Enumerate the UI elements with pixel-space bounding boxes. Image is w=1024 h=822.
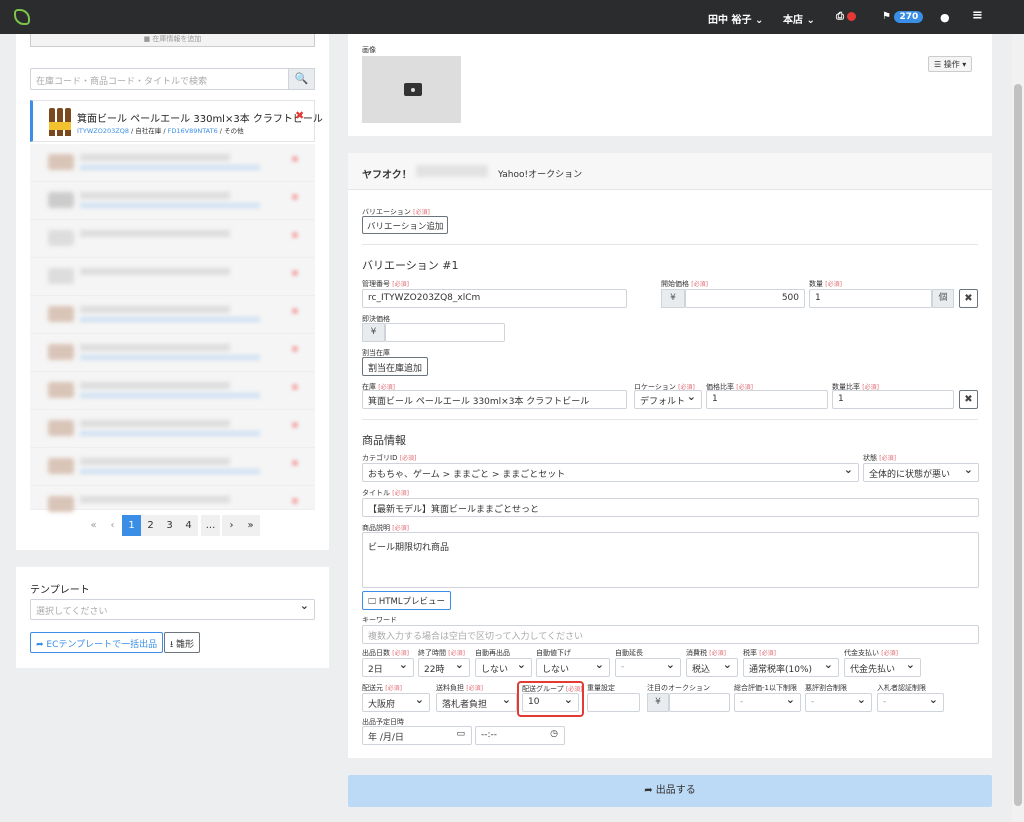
yahoo-name: Yahoo!オークション bbox=[498, 170, 583, 180]
price-ratio-input[interactable]: 1 bbox=[706, 390, 828, 409]
list-item[interactable] bbox=[30, 220, 315, 258]
image-panel: 画像 ☰ 操作 ▾ bbox=[348, 34, 992, 136]
page-3[interactable]: 3 bbox=[160, 515, 179, 536]
payment-select[interactable]: 代金先払い bbox=[844, 658, 921, 677]
notification-badge: 270 bbox=[894, 11, 924, 23]
page-last[interactable]: » bbox=[241, 515, 260, 536]
beer-bottles-image bbox=[49, 108, 71, 136]
page-first[interactable]: « bbox=[84, 515, 103, 536]
page-4[interactable]: 4 bbox=[179, 515, 198, 536]
image-placeholder[interactable] bbox=[362, 56, 461, 123]
search-input[interactable]: 在庫コード・商品コード・タイトルで検索 bbox=[30, 68, 302, 90]
category-select[interactable]: おもちゃ、ゲーム > ままごと > ままごとセット bbox=[362, 463, 859, 482]
list-item[interactable] bbox=[30, 144, 315, 182]
list-item[interactable] bbox=[30, 448, 315, 486]
auto-price-lower-select[interactable]: しない bbox=[536, 658, 610, 677]
store-menu[interactable]: 本店 ⌄ bbox=[783, 11, 815, 26]
list-item[interactable] bbox=[30, 296, 315, 334]
management-number-input[interactable]: rc_ITYWZO203ZQ8_xlCm bbox=[362, 289, 627, 308]
list-item[interactable] bbox=[30, 410, 315, 448]
featured-auction-input[interactable] bbox=[669, 693, 730, 712]
ship-from-select[interactable]: 大阪府 bbox=[362, 693, 430, 712]
page-2[interactable]: 2 bbox=[141, 515, 160, 536]
operations-dropdown[interactable]: ☰ 操作 ▾ bbox=[928, 56, 973, 72]
page-prev[interactable]: ‹ bbox=[103, 515, 122, 536]
image-label: 画像 bbox=[362, 46, 376, 54]
page-ellipsis: ... bbox=[201, 515, 220, 536]
yahoo-logo: ヤフオク！ bbox=[362, 170, 412, 181]
bidder-auth-select[interactable]: - bbox=[877, 693, 944, 712]
listing-days-select[interactable]: 2日 bbox=[362, 658, 414, 677]
add-allocated-stock-button[interactable]: 割当在庫追加 bbox=[362, 357, 429, 376]
rating-limit-select[interactable]: - bbox=[734, 693, 801, 712]
shipping-payer-select[interactable]: 落札者負担 bbox=[436, 693, 517, 712]
camera-icon bbox=[404, 83, 422, 96]
remove-variation-button[interactable]: ✖ bbox=[959, 289, 978, 308]
scrollbar[interactable] bbox=[1012, 34, 1024, 822]
description-textarea[interactable]: ビール期限切れ商品 bbox=[362, 532, 979, 588]
template-button[interactable]: ⭳ 雛形 bbox=[164, 632, 201, 653]
submit-listing-button[interactable]: ➦ 出品する bbox=[348, 775, 992, 807]
scrollbar-thumb[interactable] bbox=[1014, 84, 1022, 806]
auto-extend-select[interactable]: - bbox=[615, 658, 681, 677]
variation-title: バリエーション #1 bbox=[362, 259, 459, 272]
alert-dot bbox=[847, 11, 857, 21]
list-item[interactable] bbox=[30, 258, 315, 296]
quantity-input[interactable]: 1 bbox=[809, 289, 932, 308]
quantity-ratio-input[interactable]: 1 bbox=[832, 390, 954, 409]
keyword-input[interactable]: 複数入力する場合は空白で区切って入力してください bbox=[362, 625, 979, 644]
printer-icon[interactable]: ⎙ bbox=[836, 11, 857, 22]
remove-icon[interactable]: ✖ bbox=[295, 109, 304, 122]
condition-select[interactable]: 全体的に状態が悪い bbox=[863, 463, 979, 482]
top-navbar: 田中 裕子 ⌄ 本店 ⌄ ⎙ ⚑ 270 ● ≡ bbox=[0, 0, 1024, 34]
clock-icon[interactable]: ◷ bbox=[550, 729, 558, 739]
list-item[interactable] bbox=[30, 372, 315, 410]
schedule-date-input[interactable]: 年 /月/日 ▭ bbox=[362, 726, 472, 745]
inventory-list-panel: ■ 在庫情報を追加 在庫コード・商品コード・タイトルで検索 🔍 箕面ビール ペー… bbox=[16, 34, 329, 550]
yahoo-auction-panel: ヤフオク！ Yahoo!オークション バリエーション [必須] バリエーション追… bbox=[348, 153, 992, 758]
calendar-icon[interactable]: ▭ bbox=[456, 729, 465, 739]
page-next[interactable]: › bbox=[222, 515, 241, 536]
auto-relist-select[interactable]: しない bbox=[475, 658, 532, 677]
product-info-title: 商品情報 bbox=[362, 434, 406, 447]
app-logo-icon[interactable] bbox=[14, 9, 30, 25]
title-input[interactable]: 【最新モデル】箕面ビールままごとせっと bbox=[362, 498, 979, 517]
start-price-input[interactable]: 500 bbox=[685, 289, 805, 308]
end-time-select[interactable]: 22時 bbox=[418, 658, 470, 677]
menu-icon[interactable]: ≡ bbox=[972, 8, 983, 23]
template-select[interactable]: 選択してください bbox=[30, 599, 315, 620]
tax-select[interactable]: 税込 bbox=[686, 658, 738, 677]
remove-stock-button[interactable]: ✖ bbox=[959, 390, 978, 409]
user-menu[interactable]: 田中 裕子 ⌄ bbox=[708, 11, 763, 26]
add-variation-button[interactable]: バリエーション追加 bbox=[362, 216, 449, 234]
tax-rate-select[interactable]: 通常税率(10%) bbox=[743, 658, 839, 677]
item-meta: ITYWZO203ZQ8 / 自社在庫 / FD16V89NTAT6 / その他 bbox=[77, 127, 244, 135]
chat-icon[interactable]: ● bbox=[940, 11, 950, 24]
weight-input[interactable] bbox=[587, 693, 640, 712]
list-item[interactable] bbox=[30, 334, 315, 372]
list-item[interactable] bbox=[30, 182, 315, 220]
search-icon[interactable]: 🔍 bbox=[288, 68, 315, 90]
shipping-group-select[interactable]: 10 bbox=[522, 693, 579, 712]
page-1[interactable]: 1 bbox=[122, 515, 141, 536]
add-stock-button[interactable]: ■ 在庫情報を追加 bbox=[30, 34, 315, 47]
template-panel: テンプレート 選択してください ➦ ECテンプレートで一括出品 ⭳ 雛形 bbox=[16, 567, 329, 668]
account-name-blurred bbox=[416, 165, 488, 177]
bad-rating-limit-select[interactable]: - bbox=[805, 693, 872, 712]
template-title: テンプレート bbox=[30, 585, 90, 596]
flag-icon[interactable]: ⚑ 270 bbox=[882, 11, 924, 23]
item-title[interactable]: 箕面ビール ペールエール 330ml×3本 クラフトビール bbox=[77, 110, 323, 125]
stock-input[interactable]: 箕面ビール ペールエール 330ml×3本 クラフトビール bbox=[362, 390, 627, 409]
schedule-time-input[interactable]: --:-- ◷ bbox=[475, 726, 565, 745]
list-item[interactable]: 箕面ビール ペールエール 330ml×3本 クラフトビール ITYWZO203Z… bbox=[30, 100, 323, 142]
list-item[interactable] bbox=[30, 486, 315, 512]
html-preview-button[interactable]: 🖵 HTMLプレビュー bbox=[362, 591, 452, 610]
buy-now-price-input[interactable] bbox=[385, 323, 505, 342]
bulk-listing-button[interactable]: ➦ ECテンプレートで一括出品 bbox=[30, 632, 164, 653]
location-select[interactable]: デフォルト bbox=[634, 390, 702, 409]
